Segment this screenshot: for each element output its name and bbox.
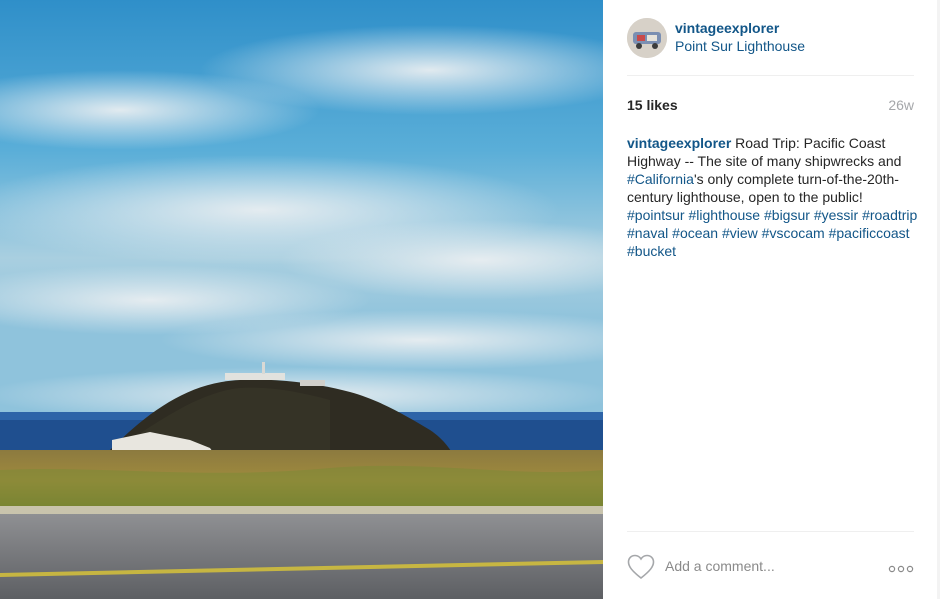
- hashtag-link[interactable]: #view: [722, 225, 758, 241]
- caption-username-link[interactable]: vintageexplorer: [627, 135, 731, 151]
- hashtag-link[interactable]: #pointsur: [627, 207, 685, 223]
- hashtag-link[interactable]: #pacificcoast: [829, 225, 910, 241]
- hashtag-link[interactable]: #yessir: [814, 207, 858, 223]
- likes-row: 15 likes 26w: [627, 97, 914, 115]
- more-options-icon[interactable]: [888, 561, 914, 573]
- hashtag-link[interactable]: #roadtrip: [862, 207, 917, 223]
- avatar[interactable]: [627, 18, 667, 58]
- caption: vintageexplorer Road Trip: Pacific Coast…: [627, 134, 919, 260]
- heart-icon[interactable]: [627, 554, 655, 580]
- post-photo[interactable]: [0, 0, 603, 599]
- hashtag-link[interactable]: #bucket: [627, 243, 676, 259]
- comment-bar: [627, 531, 914, 599]
- hashtag-link[interactable]: #lighthouse: [688, 207, 760, 223]
- hashtag-link[interactable]: #naval: [627, 225, 668, 241]
- photo-image: [0, 0, 603, 599]
- username-link[interactable]: vintageexplorer: [675, 20, 779, 36]
- hashtag-link[interactable]: #California: [627, 171, 694, 187]
- location-link[interactable]: Point Sur Lighthouse: [675, 38, 805, 54]
- hashtag-link[interactable]: #bigsur: [764, 207, 810, 223]
- post-header: vintageexplorer Point Sur Lighthouse: [627, 18, 914, 76]
- hashtag-link[interactable]: #vscocam: [762, 225, 825, 241]
- comment-input[interactable]: [665, 554, 870, 578]
- hashtag-link[interactable]: #ocean: [672, 225, 718, 241]
- post-age[interactable]: 26w: [888, 97, 914, 113]
- likes-count[interactable]: 15 likes: [627, 97, 678, 113]
- post-sidebar: vintageexplorer Point Sur Lighthouse 15 …: [603, 0, 940, 599]
